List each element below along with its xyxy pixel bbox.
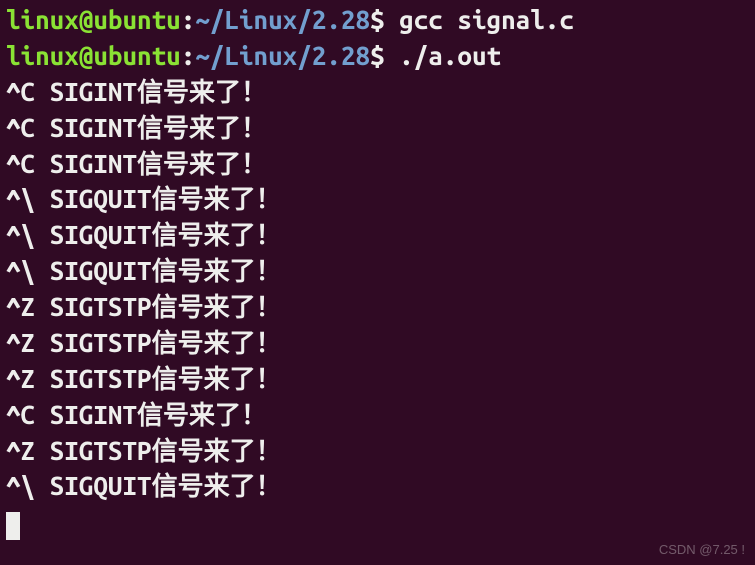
at-sign: @ — [79, 5, 94, 34]
command-2[interactable]: ./a.out — [399, 41, 501, 70]
prompt-symbol: $ — [370, 5, 385, 34]
colon: : — [181, 5, 196, 34]
output-line: ^Z SIGTSTP信号来了！ — [6, 361, 749, 397]
prompt-line-1: linux@ubuntu:~/Linux/2.28$ gcc signal.c — [6, 2, 749, 38]
output-line: ^\ SIGQUIT信号来了！ — [6, 468, 749, 504]
path: ~/Linux/2.28 — [195, 5, 370, 34]
at-sign: @ — [79, 41, 94, 70]
cursor-icon — [6, 512, 20, 540]
cursor-line[interactable] — [6, 504, 749, 540]
output-line: ^Z SIGTSTP信号来了！ — [6, 289, 749, 325]
user: linux — [6, 41, 79, 70]
output-line: ^C SIGINT信号来了！ — [6, 74, 749, 110]
hostname: ubuntu — [93, 5, 180, 34]
path: ~/Linux/2.28 — [195, 41, 370, 70]
hostname: ubuntu — [93, 41, 180, 70]
output-line: ^\ SIGQUIT信号来了！ — [6, 253, 749, 289]
output-line: ^Z SIGTSTP信号来了！ — [6, 325, 749, 361]
output-line: ^\ SIGQUIT信号来了！ — [6, 217, 749, 253]
prompt-symbol: $ — [370, 41, 385, 70]
prompt-line-2: linux@ubuntu:~/Linux/2.28$ ./a.out — [6, 38, 749, 74]
output-line: ^\ SIGQUIT信号来了！ — [6, 181, 749, 217]
output-line: ^C SIGINT信号来了！ — [6, 110, 749, 146]
user: linux — [6, 5, 79, 34]
output-line: ^Z SIGTSTP信号来了！ — [6, 433, 749, 469]
output-line: ^C SIGINT信号来了！ — [6, 146, 749, 182]
watermark: CSDN @7.25 ! — [659, 541, 745, 559]
command-1[interactable]: gcc signal.c — [399, 5, 574, 34]
output-line: ^C SIGINT信号来了！ — [6, 397, 749, 433]
colon: : — [181, 41, 196, 70]
